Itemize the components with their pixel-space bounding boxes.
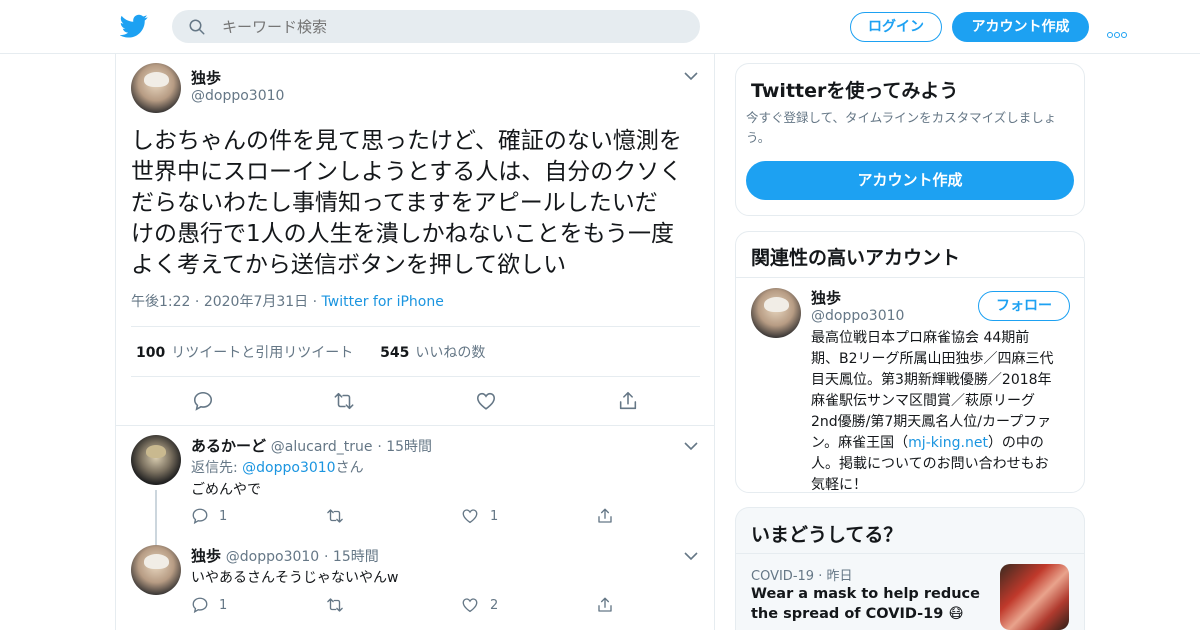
timeline: 独歩 @doppo3010 しおちゃんの件を見て思ったけど、確証のない憶測を 世… <box>115 54 715 630</box>
retweet-icon[interactable] <box>326 596 344 614</box>
like-icon[interactable] <box>475 390 497 412</box>
reply-time[interactable]: 15時間 <box>333 549 379 565</box>
more-options-icon[interactable] <box>1107 23 1131 38</box>
search-box[interactable] <box>172 10 700 43</box>
account-name[interactable]: 独歩 <box>811 287 841 308</box>
login-button[interactable]: ログイン <box>850 12 942 42</box>
trend-thumbnail[interactable] <box>1000 564 1069 630</box>
reply-text: ごめんやで <box>191 482 261 498</box>
avatar[interactable] <box>131 63 181 113</box>
tweet-meta: 午後1:22 · 2020年7月31日 · Twitter for iPhone <box>131 294 444 310</box>
tweet-stats: 100 リツイートと引用リツイート 545 いいねの数 <box>136 342 485 362</box>
account-handle[interactable]: @doppo3010 <box>811 308 904 324</box>
share-icon[interactable] <box>617 390 639 412</box>
reply-author-handle[interactable]: @doppo3010 <box>226 549 319 565</box>
reply-to-handle-link[interactable]: @doppo3010 <box>242 460 335 476</box>
card-title: 関連性の高いアカウント <box>751 247 961 269</box>
like-count: 1 <box>490 509 499 524</box>
share-icon[interactable] <box>596 507 614 525</box>
tweet-text: しおちゃんの件を見て思ったけど、確証のない憶測を 世界中にスローインしようとする… <box>131 126 706 281</box>
share-icon[interactable] <box>596 596 614 614</box>
reply-author-name[interactable]: あるかーど <box>191 437 266 455</box>
card-subtitle: 今すぐ登録して、タイムラインをカスタマイズしましょう。 <box>746 110 1057 145</box>
bio-link[interactable]: mj-king.net <box>908 435 988 451</box>
tweet-time[interactable]: 午後1:22 <box>131 294 190 310</box>
chevron-down-icon[interactable] <box>684 442 698 451</box>
avatar[interactable] <box>751 288 801 338</box>
reply-icon[interactable] <box>191 507 209 525</box>
retweet-icon[interactable] <box>326 507 344 525</box>
tweet-source-link[interactable]: Twitter for iPhone <box>322 294 444 310</box>
search-input[interactable] <box>222 10 682 43</box>
like-icon[interactable] <box>461 507 479 525</box>
retweet-stat[interactable]: 100 リツイートと引用リツイート <box>136 345 353 361</box>
reply-author-handle[interactable]: @alucard_true <box>271 439 373 455</box>
follow-button[interactable]: フォロー <box>978 291 1070 321</box>
trends-card: いまどうしてる？ COVID-19 · 昨日 Wear a mask to he… <box>735 507 1085 630</box>
tweet-author-handle[interactable]: @doppo3010 <box>191 88 284 104</box>
tweet-text-line: よく考えてから送信ボタンを押して欲しい <box>131 252 567 278</box>
tweet-text-line: 世界中にスローインしようとする人は、自分のクソく <box>131 159 683 185</box>
tweet-author-name[interactable]: 独歩 <box>191 67 221 88</box>
reply-icon[interactable] <box>192 390 214 412</box>
chevron-down-icon[interactable] <box>684 72 698 81</box>
reply-time[interactable]: 15時間 <box>386 439 432 455</box>
chevron-down-icon[interactable] <box>684 552 698 561</box>
card-title: いまどうしてる？ <box>751 524 903 546</box>
divider <box>131 326 700 327</box>
search-icon <box>189 19 205 35</box>
reply-icon[interactable] <box>191 596 209 614</box>
like-count: 2 <box>490 598 499 613</box>
signup-button[interactable]: アカウント作成 <box>952 12 1089 42</box>
card-title: Twitterを使ってみよう <box>751 80 959 102</box>
tweet-date[interactable]: 2020年7月31日 <box>204 294 308 310</box>
trend-item-text[interactable]: Wear a mask to help reduce the spread of… <box>751 584 981 624</box>
divider <box>736 277 1084 278</box>
retweet-icon[interactable] <box>333 390 355 412</box>
reply-text: いやあるさんそうじゃないやんw <box>191 570 399 586</box>
twitter-logo-icon[interactable] <box>120 12 148 40</box>
account-bio: 最高位戦日本プロ麻雀協会 44期前 期、B2リーグ所属山田独歩／四麻三代 目天鳳… <box>811 330 1054 493</box>
divider <box>116 425 715 426</box>
reply-author-name[interactable]: 独歩 <box>191 547 221 565</box>
related-accounts-card: 関連性の高いアカウント 独歩 @doppo3010 フォロー 最高位戦日本プロ麻… <box>735 231 1085 493</box>
trend-meta: COVID-19 · 昨日 <box>751 569 853 584</box>
avatar[interactable] <box>131 545 181 595</box>
reply-header: 独歩 @doppo3010 · 15時間 <box>191 547 379 565</box>
divider <box>736 553 1084 554</box>
reply-count: 1 <box>219 598 228 613</box>
reply-count: 1 <box>219 509 228 524</box>
like-stat[interactable]: 545 いいねの数 <box>380 345 485 361</box>
signup-card-button[interactable]: アカウント作成 <box>746 161 1074 200</box>
like-icon[interactable] <box>461 596 479 614</box>
signup-card: Twitterを使ってみよう 今すぐ登録して、タイムラインをカスタマイズしましょ… <box>735 63 1085 216</box>
tweet-text-line: だらないわたし事情知ってますをアピールしたいだ <box>131 190 658 216</box>
avatar[interactable] <box>131 435 181 485</box>
top-bar: ログイン アカウント作成 <box>0 0 1200 54</box>
reply-header: あるかーど @alucard_true · 15時間 <box>191 437 433 455</box>
tweet-text-line: けの愚行で1人の人生を潰しかねないことをもう一度 <box>131 221 674 247</box>
divider <box>131 376 700 377</box>
tweet-text-line: しおちゃんの件を見て思ったけど、確証のない憶測を <box>131 128 682 154</box>
reply-to: 返信先: @doppo3010さん <box>191 460 364 476</box>
